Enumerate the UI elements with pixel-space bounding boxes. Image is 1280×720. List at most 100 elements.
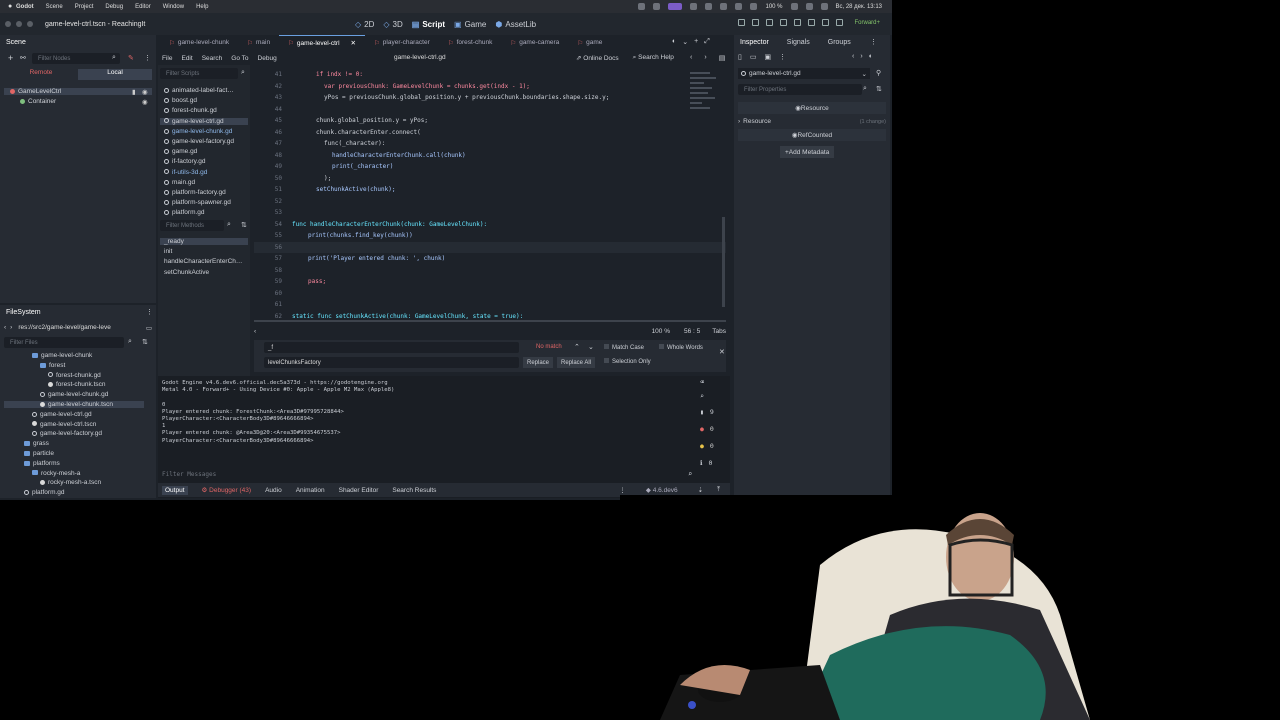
tray-icon[interactable] (750, 3, 758, 10)
code-line[interactable]: 48 handleCharacterEnterChunk.call(chunk) (254, 150, 726, 162)
forward-icon[interactable]: › (704, 54, 706, 62)
back-icon[interactable]: ‹ (4, 324, 6, 331)
tray-icon[interactable] (638, 3, 646, 10)
method-list-item[interactable]: _ready (160, 238, 248, 245)
vertical-scrollbar[interactable] (722, 217, 725, 307)
filter-methods-input[interactable]: Filter Methods (160, 220, 224, 231)
file-tree-item[interactable]: forest-chunk.gd (4, 372, 144, 379)
replace-input[interactable]: levelChunksFactory (264, 357, 519, 368)
code-line[interactable]: 46 chunk.characterEnter.connect( (254, 127, 726, 139)
tab-output[interactable]: Output (162, 485, 188, 495)
code-line[interactable]: 43 yPos = previousChunk.global_position.y… (254, 92, 726, 104)
script-list-item[interactable]: game.gd (160, 148, 248, 155)
tab-search-results[interactable]: Search Results (392, 487, 436, 494)
previous-match-icon[interactable]: ⌃ (574, 343, 580, 351)
replace-button[interactable]: Replace (523, 357, 554, 368)
script-list-item[interactable]: boost.gd (160, 97, 248, 104)
scene-tree-root[interactable]: GameLevelCtrl ▮ ◉ (4, 88, 152, 96)
file-tree-item[interactable]: game-level-ctrl.tscn (4, 421, 144, 428)
add-metadata-button[interactable]: + Add Metadata (780, 146, 835, 158)
pin-icon[interactable]: ⇣ (698, 486, 703, 494)
code-line[interactable]: 51 setChunkActive(chunk); (254, 184, 726, 196)
editor-tab[interactable]: ⚐ game-camera (501, 35, 568, 50)
search-icon[interactable]: ⌕ (112, 54, 116, 62)
code-line[interactable]: 58 (254, 265, 726, 277)
menu-debug[interactable]: Debug (258, 55, 277, 62)
find-input[interactable]: _f (264, 342, 519, 353)
wifi-icon[interactable] (790, 3, 798, 10)
stop-icon[interactable] (766, 19, 773, 26)
run-custom-icon[interactable] (822, 19, 829, 26)
remote-button[interactable]: Remote (4, 69, 78, 80)
object-properties-icon[interactable]: ⚲ (876, 69, 881, 77)
layout-icon[interactable]: ▤ (719, 54, 726, 62)
tray-icon[interactable] (720, 3, 728, 10)
script-list-item[interactable]: platform.gd (160, 209, 248, 216)
chevron-down-icon[interactable]: ⌄ (682, 38, 688, 46)
sort-icon[interactable]: ⇅ (876, 85, 882, 93)
menu-godot[interactable]: Godot (16, 4, 34, 10)
file-tree-item[interactable]: game-level-ctrl.gd (4, 411, 144, 418)
code-line[interactable]: 55 print(chunks.find_key(chunk)) (254, 230, 726, 242)
editor-tab[interactable]: ⚐ game (568, 35, 611, 50)
visibility-icon[interactable]: ◉ (142, 88, 148, 96)
menu-edit[interactable]: Edit (181, 55, 192, 62)
tab-audio[interactable]: Audio (265, 487, 282, 494)
history-icon[interactable]: ◐ (869, 53, 873, 60)
tab-scene[interactable]: Scene (6, 39, 26, 46)
file-tree-item[interactable]: game-level-chunk.gd (4, 391, 144, 398)
code-line[interactable]: 60 (254, 288, 726, 300)
scene-tree-node[interactable]: Container ◉ (4, 98, 152, 106)
menu-icon[interactable]: ⋮ (779, 53, 786, 61)
filter-messages-input[interactable]: Filter Messages (160, 469, 690, 480)
errors-toggle[interactable]: ● 0 (700, 425, 728, 442)
movie-icon[interactable] (780, 19, 787, 26)
run-scene-icon[interactable] (808, 19, 815, 26)
script-attach-icon[interactable]: ✎ (128, 54, 134, 62)
online-docs-link[interactable]: ⇗ Online Docs (576, 54, 619, 62)
add-node-icon[interactable]: + (8, 53, 13, 63)
file-tree-item[interactable]: game-level-chunk.tscn (4, 401, 144, 408)
script-icon[interactable]: ▮ (132, 88, 136, 96)
code-line[interactable]: 61 (254, 299, 726, 311)
script-list-item[interactable]: platform-factory.gd (160, 189, 248, 196)
tab-signals[interactable]: Signals (787, 39, 810, 46)
tray-icon[interactable] (735, 3, 743, 10)
code-line[interactable]: 41 if indx != 0: (254, 69, 726, 81)
code-line[interactable]: 49 print(_character) (254, 161, 726, 173)
back-icon[interactable]: ‹ (852, 53, 854, 60)
editor-tab[interactable]: ⚐ game-level-chunk (160, 35, 238, 50)
menu-help[interactable]: Help (196, 4, 208, 10)
match-case-checkbox[interactable]: Match Case (604, 344, 644, 351)
visibility-icon[interactable]: ◉ (142, 98, 148, 106)
tray-icon[interactable] (690, 3, 698, 10)
menu-icon[interactable]: ⋮ (146, 308, 153, 316)
editor-tab[interactable]: ⚐ game-level-ctrl ✕ (279, 35, 365, 50)
script-list-item[interactable]: main.gd (160, 179, 248, 186)
tab-groups[interactable]: Groups (828, 39, 851, 46)
menu-editor[interactable]: Editor (135, 4, 151, 10)
back-icon[interactable]: ‹ (690, 54, 692, 62)
mode-game-button[interactable]: ▣ Game (454, 20, 486, 29)
replace-all-button[interactable]: Replace All (557, 357, 596, 368)
close-tab-icon[interactable]: ✕ (351, 39, 356, 47)
selection-only-checkbox[interactable]: Selection Only (604, 358, 651, 365)
horizontal-scrollbar[interactable] (254, 320, 726, 322)
pause-icon[interactable] (752, 19, 759, 26)
search-icon[interactable]: ⌕ (128, 338, 132, 346)
control-center-icon[interactable] (820, 3, 828, 10)
code-line[interactable]: 62 static func setChunkActive(chunk: Game… (254, 311, 726, 321)
file-tree-item[interactable]: particle (4, 450, 144, 457)
local-button[interactable]: Local (78, 69, 152, 80)
editor-tab[interactable]: ⚐ main (238, 35, 279, 50)
menu-scene[interactable]: Scene (46, 4, 63, 10)
file-tree-item[interactable]: grass (4, 440, 144, 447)
close-icon[interactable]: ✕ (719, 348, 725, 356)
menu-goto[interactable]: Go To (231, 55, 248, 62)
menu-debug[interactable]: Debug (105, 4, 123, 10)
script-list-item[interactable]: game-level-chunk.gd (160, 128, 248, 135)
log-messages-toggle[interactable]: ▮ 9 (700, 408, 728, 425)
script-list-item[interactable]: game-level-factory.gd (160, 138, 248, 145)
editor-messages-toggle[interactable]: ℹ0 (700, 459, 728, 476)
whole-words-checkbox[interactable]: Whole Words (659, 344, 703, 351)
